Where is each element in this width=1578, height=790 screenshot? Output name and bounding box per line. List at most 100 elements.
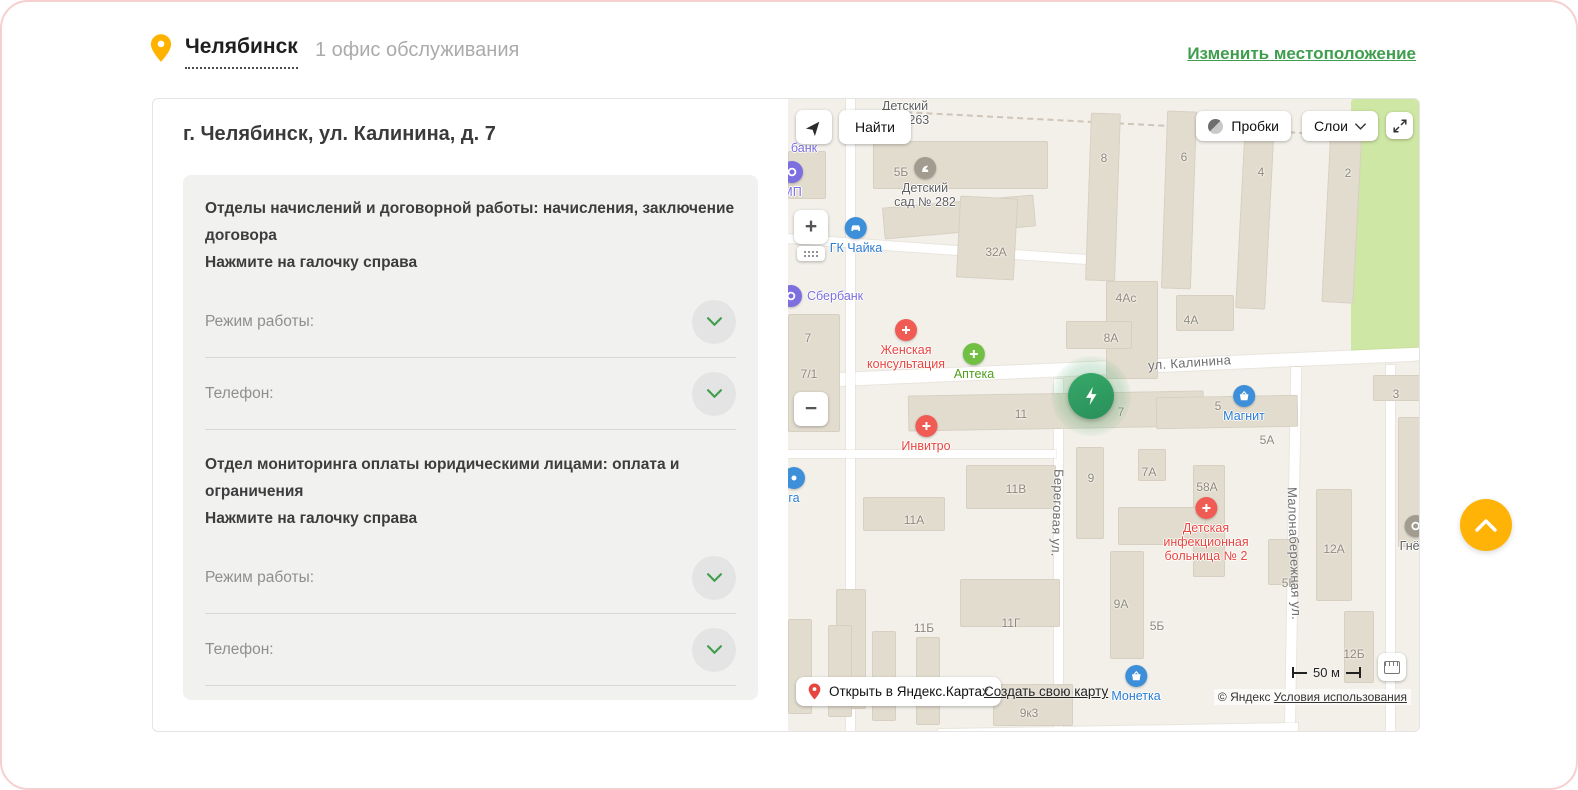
change-location-link[interactable]: Изменить местоположение: [1187, 44, 1416, 64]
office-count: 1 офис обслуживания: [315, 39, 519, 62]
poi-sberbank[interactable]: Сбербанк: [788, 285, 863, 307]
zoom-out-button[interactable]: −: [794, 392, 828, 426]
house-number-label: 32А: [985, 245, 1006, 259]
bank-icon: [788, 285, 802, 307]
chevron-down-icon: [707, 645, 722, 654]
measure-button[interactable]: [797, 246, 825, 261]
city-name[interactable]: Челябинск: [185, 35, 298, 69]
house-number-label: 11В: [1006, 482, 1026, 496]
schedule-label: Режим работы:: [205, 313, 314, 331]
poi-detskaya-infektsionnaya-bolnitsa[interactable]: Детскаяинфекционнаябольница № 2: [1163, 497, 1248, 563]
house-number-label: 9: [1088, 471, 1095, 485]
chevron-down-icon: [1355, 123, 1366, 130]
house-number-label: 2: [1345, 166, 1352, 180]
house-number-label: 58А: [1196, 480, 1217, 494]
house-number-label: 5А: [1260, 433, 1275, 447]
map-building: [1076, 447, 1104, 539]
fullscreen-icon: [1393, 119, 1407, 133]
create-your-map-link[interactable]: Создать свою карту: [984, 684, 1108, 699]
house-number-label: 12Б: [1343, 647, 1364, 661]
open-in-yandex-maps-button[interactable]: Открыть в Яндекс.Картах: [796, 677, 1001, 706]
chevron-down-icon: [707, 389, 722, 398]
geolocation-button[interactable]: [796, 110, 832, 144]
chevron-down-icon: [707, 573, 722, 582]
map-building: [872, 631, 896, 721]
car-icon: [845, 217, 867, 239]
basket-icon: [1125, 665, 1147, 687]
poi-label-line: ГК Чайка: [830, 241, 882, 255]
chevron-up-icon: [1475, 519, 1497, 532]
fullscreen-button[interactable]: [1386, 112, 1413, 139]
scale-label: 50 м: [1313, 665, 1340, 680]
traffic-button[interactable]: Пробки: [1196, 111, 1291, 141]
poi-label-line: больница № 2: [1163, 549, 1248, 563]
poi-gnezd[interactable]: Гнёзд: [1400, 515, 1419, 553]
section-description: Отделы начислений и договорной работы: н…: [205, 195, 736, 249]
section-description: Отдел мониторинга оплаты юридическими ли…: [205, 451, 736, 505]
poi-invitro[interactable]: Инвитро: [901, 415, 950, 453]
ruler-dots-icon: [803, 250, 819, 257]
poi-label-line: Аптека: [954, 367, 994, 381]
zoom-in-button[interactable]: +: [794, 210, 828, 244]
cross-icon: [963, 343, 985, 365]
house-number-label: 7/1: [801, 367, 818, 381]
house-number-label: 12А: [1323, 542, 1344, 556]
terms-link[interactable]: Условия использования: [1274, 690, 1407, 704]
expand-phone-button[interactable]: [692, 628, 736, 672]
poi-magnit[interactable]: Магнит: [1223, 385, 1265, 423]
cross-icon: [1195, 497, 1217, 519]
bank-icon: [788, 161, 803, 183]
poi-monetka[interactable]: Монетка: [1111, 665, 1160, 703]
phone-row: Телефон:: [205, 614, 736, 686]
expand-schedule-button[interactable]: [692, 556, 736, 600]
house-number-label: 11: [1015, 407, 1027, 421]
office-card: г. Челябинск, ул. Калинина, д. 7 Отделы …: [152, 98, 1420, 732]
poi-ga-cut[interactable]: га: [788, 467, 805, 505]
house-number-label: 7А: [1142, 465, 1157, 479]
section-hint: Нажмите на галочку справа: [205, 505, 736, 532]
schedule-row: Режим работы:: [205, 542, 736, 614]
expand-schedule-button[interactable]: [692, 300, 736, 344]
house-number-label: 5: [1215, 399, 1222, 413]
poi-label-line: Магнит: [1223, 409, 1265, 423]
phone-label: Телефон:: [205, 641, 274, 659]
poi-gk-chaika[interactable]: ГК Чайка: [830, 217, 882, 255]
yandex-map[interactable]: 86425Б32А4Ас4А8А77/1311575А97А58А11В11А1…: [788, 99, 1419, 731]
house-number-label: 8: [1101, 151, 1108, 165]
house-number-label: 8А: [1104, 331, 1119, 345]
schedule-label: Режим работы:: [205, 569, 314, 587]
layers-button[interactable]: Слои: [1302, 111, 1378, 141]
poi-zhenskaya-konsultatsiya[interactable]: Женскаяконсультация: [867, 319, 945, 371]
map-building: [1066, 321, 1132, 349]
poi-label-line: Детский: [894, 181, 956, 195]
map-building: [1085, 113, 1121, 282]
bank-icon: [1405, 515, 1419, 537]
poi-mp[interactable]: МП: [788, 161, 803, 199]
lightning-marker-icon[interactable]: [1068, 373, 1114, 419]
poi-label-line: сад № 282: [894, 195, 956, 209]
poi-label-line: га: [788, 491, 799, 505]
expand-phone-button[interactable]: [692, 372, 736, 416]
map-building: [1235, 122, 1275, 309]
map-boundary: [896, 111, 1365, 138]
poi-label-line: Женская: [867, 343, 945, 357]
office-info-box: Отделы начислений и договорной работы: н…: [183, 175, 758, 700]
cross-icon: [915, 415, 937, 437]
house-number-label: 11Г: [1002, 616, 1021, 630]
scroll-to-top-button[interactable]: [1460, 499, 1512, 551]
map-road: [938, 723, 1298, 731]
section-hint: Нажмите на галочку справа: [205, 249, 736, 276]
house-number-label: 5Б: [1150, 619, 1165, 633]
map-search-button[interactable]: Найти: [839, 110, 911, 144]
poi-label-line: консультация: [867, 357, 945, 371]
poi-detsad-282[interactable]: Детскийсад № 282: [894, 157, 956, 209]
navigation-arrow-icon: [802, 115, 826, 139]
copyright-text: © Яндекс: [1218, 690, 1271, 704]
poi-apteka[interactable]: Аптека: [954, 343, 994, 381]
house-number-label: 4Ас: [1116, 291, 1137, 305]
house-number-label: 4А: [1184, 313, 1199, 327]
ruler-button[interactable]: [1378, 653, 1406, 681]
dot-icon: [788, 467, 805, 489]
schedule-row: Режим работы:: [205, 286, 736, 358]
house-number-label: 11А: [904, 513, 924, 527]
